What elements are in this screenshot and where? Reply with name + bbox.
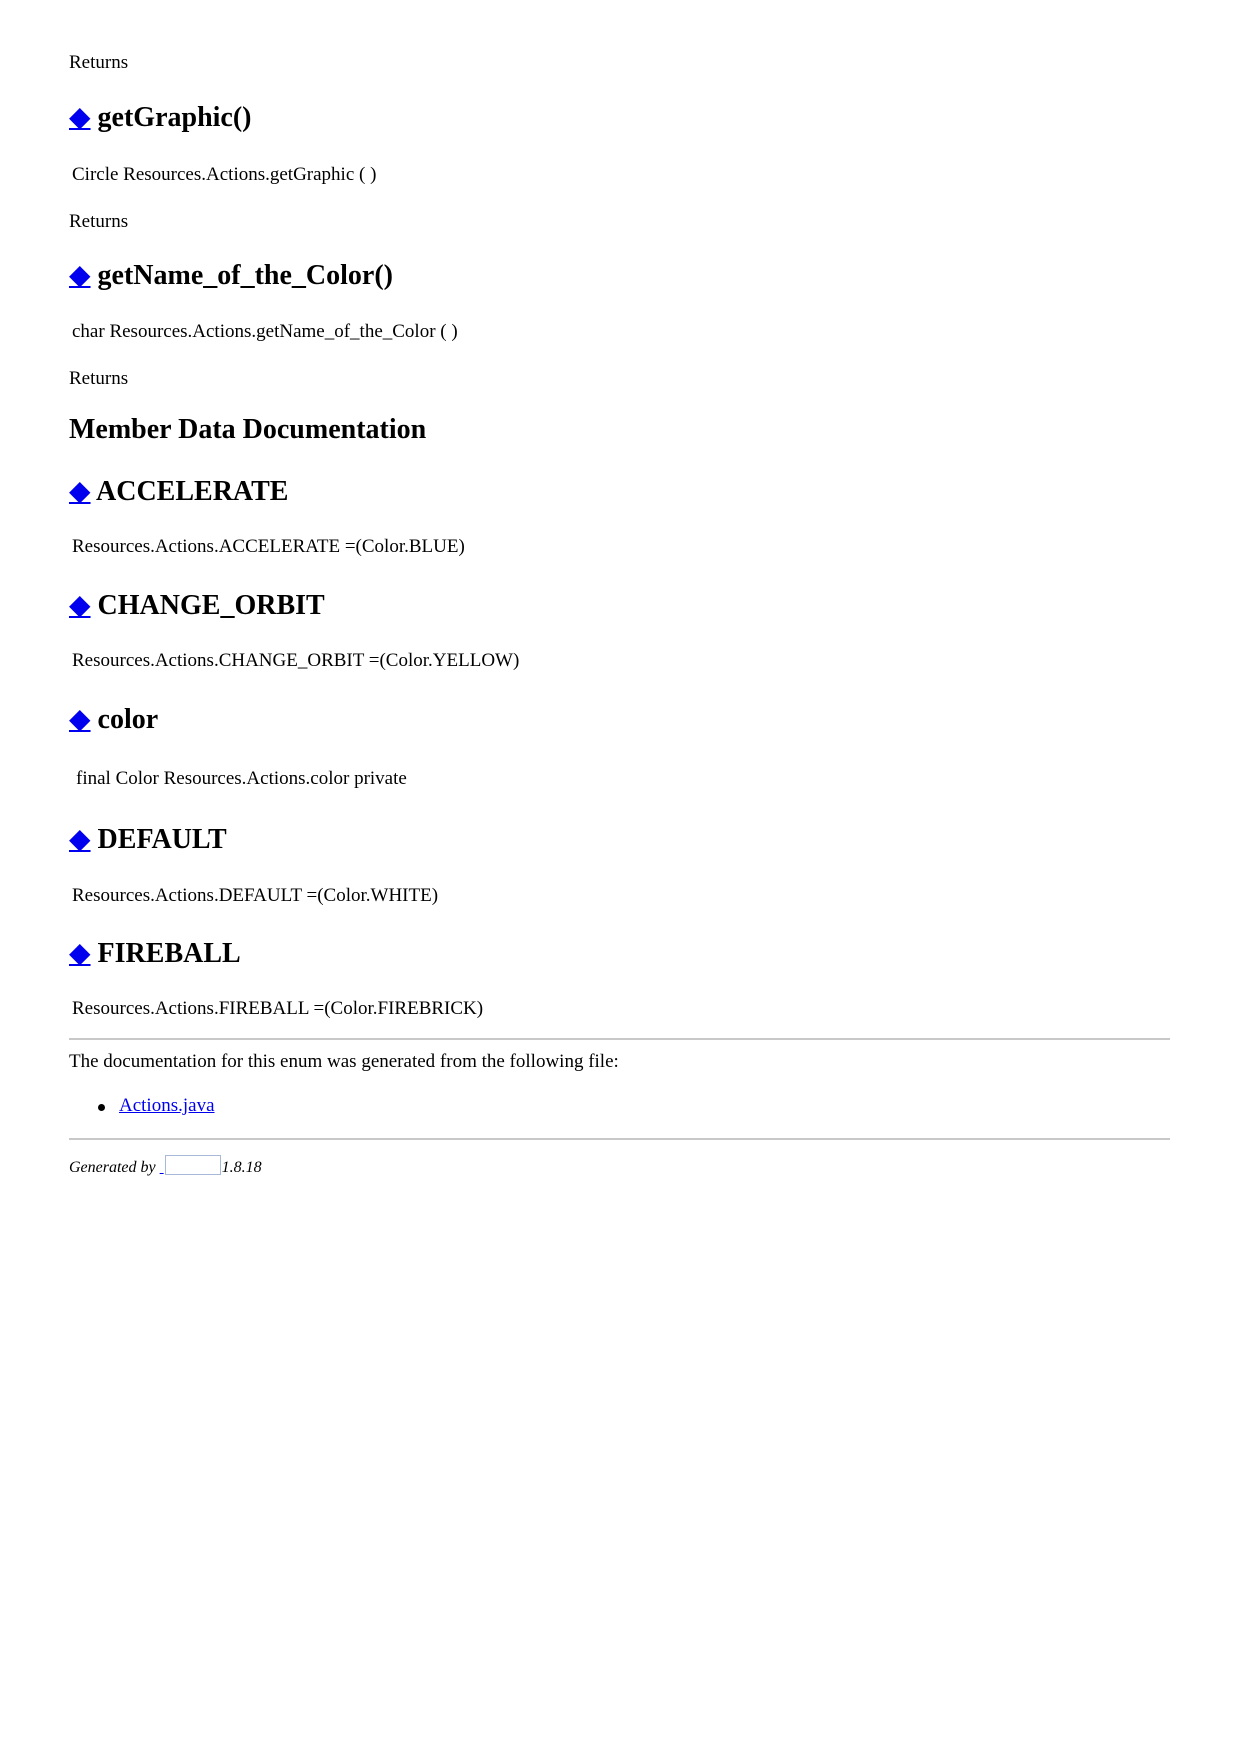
list-bullet — [98, 1104, 105, 1111]
signature-getgraphic: Circle Resources.Actions.getGraphic ( ) — [72, 164, 377, 185]
heading-getname-of-the-color: ◆ getName_of_the_Color() — [69, 258, 393, 292]
heading-change-orbit: ◆ CHANGE_ORBIT — [69, 588, 325, 622]
divider — [69, 1138, 1170, 1140]
signature-getname-of-the-color: char Resources.Actions.getName_of_the_Co… — [72, 321, 458, 342]
anchor-link-icon[interactable]: ◆ — [69, 590, 91, 621]
signature-fireball: Resources.Actions.FIREBALL =(Color.FIREB… — [72, 998, 484, 1019]
generated-note: The documentation for this enum was gene… — [69, 1051, 619, 1072]
heading-title: getGraphic() — [97, 102, 252, 133]
doxygen-logo-link[interactable] — [160, 1155, 222, 1176]
signature-change-orbit: Resources.Actions.CHANGE_ORBIT =(Color.Y… — [72, 650, 520, 671]
heading-default: ◆ DEFAULT — [69, 822, 227, 856]
member-data-heading: Member Data Documentation — [69, 414, 427, 445]
signature-default: Resources.Actions.DEFAULT =(Color.WHITE) — [72, 885, 439, 906]
footer: Generated by 1.8.18 — [69, 1155, 262, 1177]
returns-label: Returns — [69, 368, 129, 389]
returns-label: Returns — [69, 211, 129, 232]
anchor-link-icon[interactable]: ◆ — [69, 476, 91, 507]
anchor-link-icon[interactable]: ◆ — [69, 938, 91, 969]
anchor-link-icon[interactable]: ◆ — [69, 824, 91, 855]
signature-accelerate: Resources.Actions.ACCELERATE =(Color.BLU… — [72, 536, 465, 557]
heading-title: FIREBALL — [97, 938, 241, 969]
heading-title: color — [97, 704, 159, 735]
heading-color: ◆ color — [69, 702, 158, 736]
heading-getgraphic: ◆ getGraphic() — [69, 100, 252, 134]
doxygen-logo — [164, 1155, 221, 1175]
generated-by-label: Generated by — [69, 1159, 156, 1176]
heading-title: CHANGE_ORBIT — [97, 590, 325, 621]
signature-color: final Color Resources.Actions.color priv… — [76, 768, 407, 789]
file-link-actions-java[interactable]: Actions.java — [119, 1095, 215, 1117]
anchor-link-icon[interactable]: ◆ — [69, 102, 91, 133]
heading-title: ACCELERATE — [96, 476, 289, 507]
anchor-link-icon[interactable]: ◆ — [69, 704, 91, 735]
anchor-link-icon[interactable]: ◆ — [69, 260, 91, 291]
heading-accelerate: ◆ ACCELERATE — [69, 474, 288, 508]
divider — [69, 1038, 1170, 1040]
doxygen-version: 1.8.18 — [221, 1159, 262, 1176]
heading-title: DEFAULT — [97, 824, 227, 855]
heading-title: getName_of_the_Color() — [97, 260, 393, 291]
heading-fireball: ◆ FIREBALL — [69, 936, 241, 970]
returns-label: Returns — [69, 52, 129, 73]
